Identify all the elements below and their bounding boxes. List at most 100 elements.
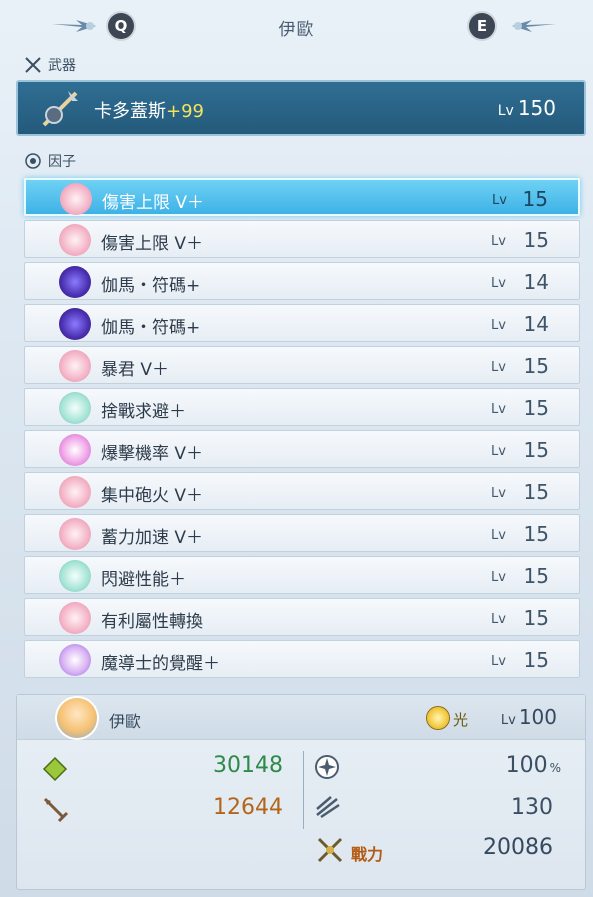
factor-level: 15 (523, 438, 549, 462)
magenta-target-icon (59, 434, 91, 466)
factor-level-label: Lv (491, 276, 506, 291)
damage-claw-icon (316, 796, 340, 819)
factor-row[interactable]: 伽馬・符碼+ Lv 14 (24, 304, 580, 342)
factor-level-label: Lv (492, 193, 507, 208)
power-label: 戰力 (351, 845, 384, 864)
factor-name: 有利屬性轉換 (101, 612, 203, 632)
character-level: Lv 100 (501, 705, 557, 729)
factor-level: 15 (523, 564, 549, 588)
factor-name: 蓄力加速 V＋ (101, 528, 204, 548)
weapon-staff-icon (42, 91, 78, 127)
factor-name: 伽馬・符碼+ (101, 318, 201, 338)
element-label: 光 (453, 711, 469, 729)
weapon-level-label: Lv (497, 103, 514, 119)
next-wing-icon[interactable] (512, 19, 556, 33)
purple-star-icon (59, 308, 91, 340)
weapon-name: 卡多蓋斯+99 (94, 97, 204, 123)
factor-level-label: Lv (491, 444, 506, 459)
character-name: 伊歐 (109, 712, 142, 731)
character-header: 伊歐 光 Lv 100 (17, 695, 585, 740)
character-level-label: Lv (500, 713, 516, 728)
weapon-card[interactable]: 卡多蓋斯+99 Lv 150 (16, 80, 586, 136)
factor-section-header: 因子 (24, 151, 76, 171)
factor-level: 14 (523, 270, 549, 294)
factor-row[interactable]: 傷害上限 V＋ Lv 15 (24, 178, 580, 216)
factor-row[interactable]: 暴君 V＋ Lv 15 (24, 346, 580, 384)
factor-name: 伽馬・符碼+ (101, 276, 201, 296)
attack-sword-icon (43, 797, 69, 823)
factor-level-label: Lv (491, 486, 506, 501)
factor-name: 捨戰求避＋ (101, 402, 186, 422)
character-avatar (57, 698, 97, 738)
factor-name: 集中砲火 V＋ (101, 486, 204, 506)
pink-crown-icon (59, 350, 91, 382)
next-character-key[interactable]: E (469, 13, 495, 39)
teal-rune-icon (59, 392, 91, 424)
factor-level-label: Lv (491, 528, 506, 543)
critical-burst-icon (315, 755, 339, 779)
factor-level: 15 (522, 187, 548, 211)
factor-name: 傷害上限 V＋ (101, 234, 204, 254)
hp-value: 30148 (213, 753, 283, 778)
factor-row[interactable]: 捨戰求避＋ Lv 15 (24, 388, 580, 426)
factor-row[interactable]: 傷害上限 V＋ Lv 15 (24, 220, 580, 258)
damage-cap-value: 130 (511, 795, 553, 820)
factor-level: 15 (523, 606, 549, 630)
factor-name: 魔導士的覺醒＋ (101, 654, 220, 674)
teal-rune-icon (59, 560, 91, 592)
factor-row[interactable]: 集中砲火 V＋ Lv 15 (24, 472, 580, 510)
factor-level: 15 (523, 396, 549, 420)
factor-level-label: Lv (491, 570, 506, 585)
factor-section-label: 因子 (48, 154, 76, 170)
light-element-icon (427, 707, 449, 729)
critical-rate-number: 100 (505, 753, 548, 778)
factor-level-label: Lv (491, 234, 506, 249)
weapon-section-label: 武器 (48, 58, 76, 74)
factor-row[interactable]: 爆擊機率 V＋ Lv 15 (24, 430, 580, 468)
factor-level: 15 (523, 354, 549, 378)
factor-gear-icon (24, 152, 42, 170)
factor-name: 閃避性能＋ (101, 570, 186, 590)
critical-rate-value: 100% (506, 753, 561, 778)
weapon-level-value: 150 (517, 96, 556, 120)
factor-name: 傷害上限 V＋ (102, 193, 205, 213)
factor-level-label: Lv (491, 360, 506, 375)
hp-diamond-icon (42, 756, 68, 782)
factor-list: 傷害上限 V＋ Lv 15 傷害上限 V＋ Lv 15 伽馬・符碼+ Lv 14… (24, 178, 580, 682)
factor-level-label: Lv (491, 318, 506, 333)
power-crossed-swords-icon (317, 837, 343, 863)
crossed-swords-icon (24, 56, 42, 74)
factor-level-label: Lv (491, 402, 506, 417)
factor-name: 爆擊機率 V＋ (101, 444, 204, 464)
pink-crown-icon (59, 224, 91, 256)
factor-level: 15 (523, 522, 549, 546)
power-value: 20086 (483, 835, 553, 860)
factor-level-label: Lv (491, 654, 506, 669)
factor-row[interactable]: 魔導士的覺醒＋ Lv 15 (24, 640, 580, 678)
weapon-plus: +99 (166, 101, 204, 122)
violet-star-icon (59, 644, 91, 676)
weapon-section-header: 武器 (24, 55, 76, 75)
character-panel: 伊歐 光 Lv 100 30148 12644 100% 130 戰力 20086 (16, 694, 586, 890)
stat-divider (303, 751, 304, 829)
page-title: 伊歐 (278, 20, 315, 40)
factor-name: 暴君 V＋ (101, 360, 170, 380)
weapon-level: Lv 150 (498, 96, 556, 120)
pink-crown-icon (59, 476, 91, 508)
factor-row[interactable]: 閃避性能＋ Lv 15 (24, 556, 580, 594)
factor-level-label: Lv (491, 612, 506, 627)
top-bar: Q 伊歐 E (0, 0, 593, 52)
pink-crown-icon (59, 602, 91, 634)
factor-row[interactable]: 伽馬・符碼+ Lv 14 (24, 262, 580, 300)
attack-value: 12644 (213, 795, 283, 820)
weapon-name-text: 卡多蓋斯 (94, 101, 166, 122)
factor-row[interactable]: 蓄力加速 V＋ Lv 15 (24, 514, 580, 552)
purple-star-icon (59, 266, 91, 298)
factor-row[interactable]: 有利屬性轉換 Lv 15 (24, 598, 580, 636)
factor-level: 15 (523, 228, 549, 252)
factor-level: 15 (523, 480, 549, 504)
character-level-value: 100 (518, 705, 557, 729)
pink-crown-icon (60, 183, 92, 215)
pink-crown-icon (59, 518, 91, 550)
critical-rate-unit: % (549, 761, 561, 775)
